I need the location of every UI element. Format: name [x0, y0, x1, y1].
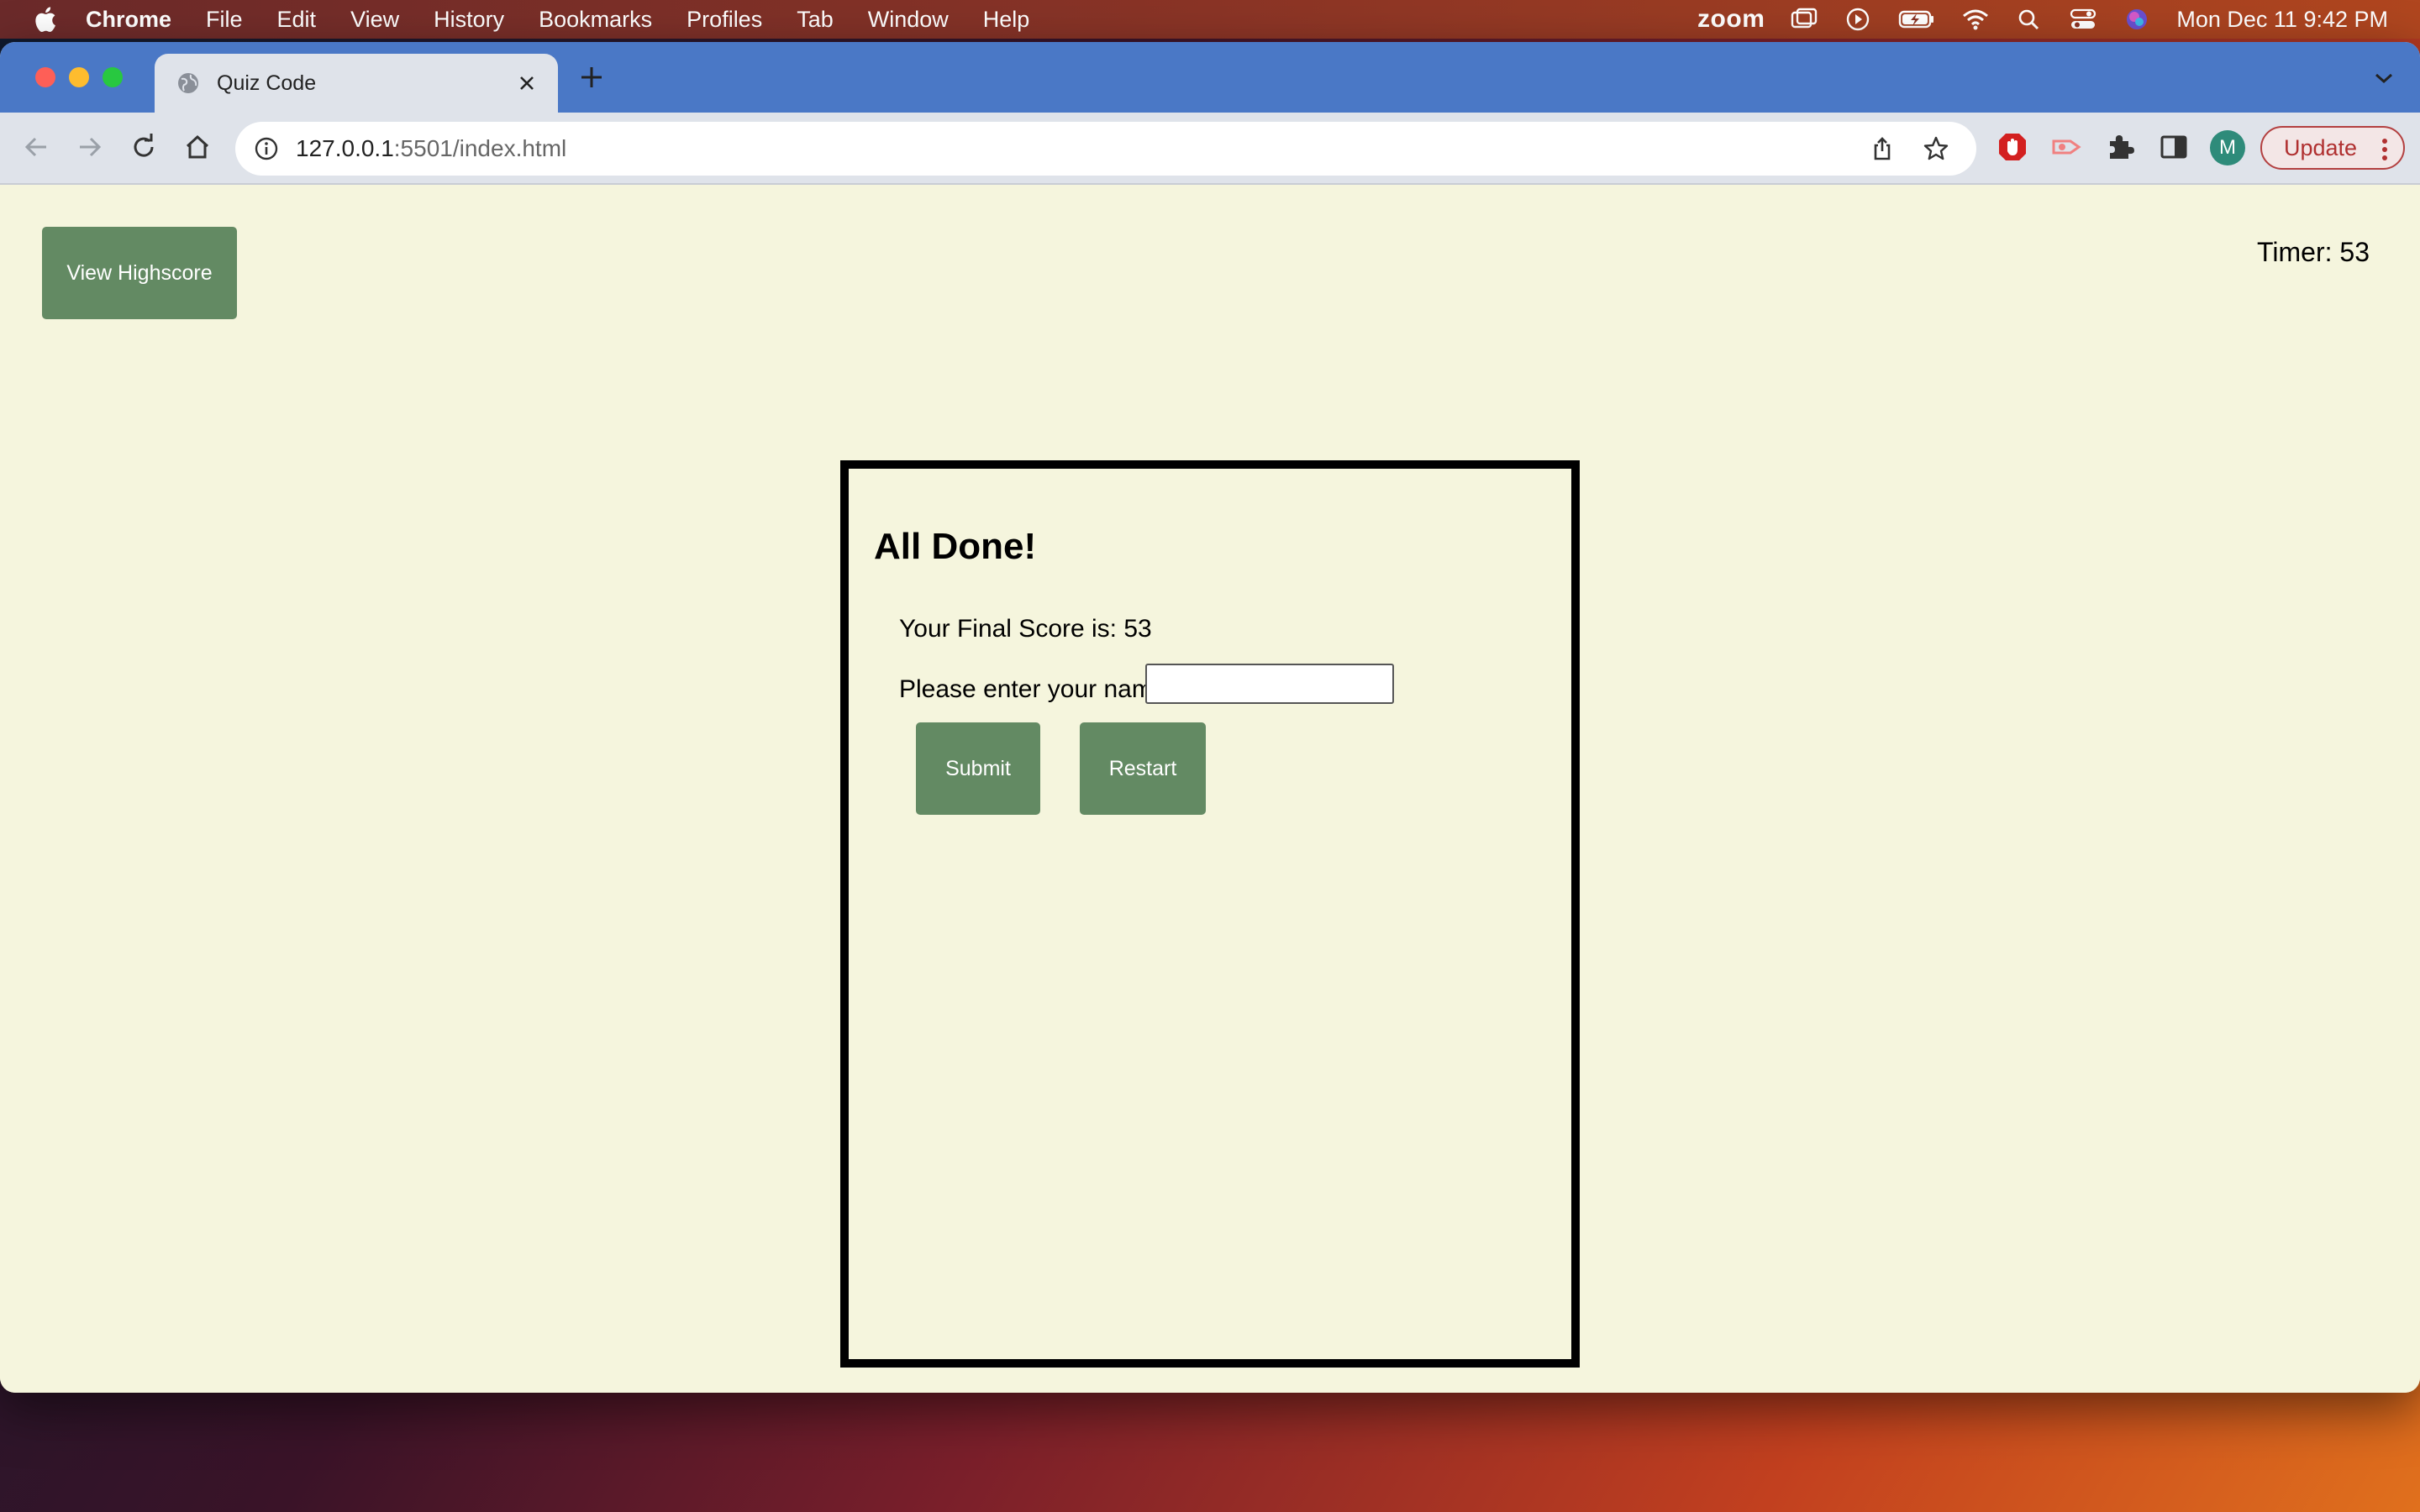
view-highscore-button[interactable]: View Highscore [42, 227, 237, 319]
window-close-button[interactable] [35, 67, 55, 87]
restart-button[interactable]: Restart [1080, 722, 1206, 815]
battery-icon[interactable] [1897, 7, 1936, 32]
video-extension-icon[interactable] [2050, 131, 2082, 163]
home-icon[interactable] [182, 131, 213, 163]
macos-menu-bar: Chrome File Edit View History Bookmarks … [0, 0, 2420, 39]
chevron-down-icon[interactable] [2373, 71, 2395, 86]
control-center-icon[interactable] [2069, 7, 2097, 32]
quiz-panel: All Done! Your Final Score is: 53 Please… [840, 460, 1580, 1368]
kebab-menu-icon[interactable] [2381, 138, 2388, 161]
final-score-text: Your Final Score is: 53 [899, 615, 1152, 643]
share-icon[interactable] [1869, 135, 1896, 162]
tab-quiz-code[interactable]: Quiz Code [155, 54, 558, 113]
address-bar[interactable]: 127.0.0.1:5501/index.html [235, 122, 1976, 176]
name-input[interactable] [1145, 664, 1394, 704]
url-path: :5501/index.html [393, 135, 567, 161]
menu-profiles[interactable]: Profiles [687, 7, 762, 33]
tab-title: Quiz Code [217, 71, 317, 95]
submit-button[interactable]: Submit [916, 722, 1040, 815]
play-icon[interactable] [1844, 7, 1872, 32]
tab-strip: Quiz Code [0, 42, 2420, 113]
forward-arrow-icon[interactable] [74, 131, 106, 163]
close-icon[interactable] [518, 74, 536, 92]
apple-icon[interactable] [32, 5, 57, 34]
update-button[interactable]: Update [2260, 126, 2405, 170]
sidepanel-icon[interactable] [2158, 131, 2190, 163]
reload-icon[interactable] [128, 131, 160, 163]
page-viewport: View Highscore Timer: 53 All Done! Your … [0, 185, 2420, 1393]
zoom-status-item[interactable]: zoom [1697, 5, 1765, 34]
globe-icon [178, 73, 198, 93]
window-minimize-button[interactable] [69, 67, 89, 87]
siri-icon[interactable] [2123, 7, 2151, 32]
info-icon[interactable] [254, 136, 279, 161]
name-label: Please enter your name: [899, 675, 1174, 703]
browser-toolbar: 127.0.0.1:5501/index.html M Update [0, 113, 2420, 185]
screen-share-icon[interactable] [1790, 7, 1818, 32]
menu-help[interactable]: Help [983, 7, 1030, 33]
menu-tab[interactable]: Tab [797, 7, 834, 33]
menu-clock[interactable]: Mon Dec 11 9:42 PM [2176, 7, 2388, 33]
menu-window[interactable]: Window [868, 7, 949, 33]
search-icon[interactable] [2015, 7, 2044, 32]
menu-view[interactable]: View [350, 7, 399, 33]
browser-window: Quiz Code 127.0.0.1:5501/index.html M Up… [0, 42, 2420, 1393]
extension-puzzle-icon[interactable] [2104, 131, 2136, 163]
plus-icon[interactable] [576, 62, 607, 92]
menu-edit[interactable]: Edit [277, 7, 317, 33]
menu-file[interactable]: File [206, 7, 243, 33]
back-arrow-icon[interactable] [20, 131, 52, 163]
menu-app-chrome[interactable]: Chrome [86, 7, 171, 33]
star-icon[interactable] [1923, 135, 1949, 162]
wifi-icon[interactable] [1961, 7, 1990, 32]
timer-display: Timer: 53 [2257, 237, 2370, 267]
menu-history[interactable]: History [434, 7, 504, 33]
menu-bookmarks[interactable]: Bookmarks [539, 7, 652, 33]
page-title: All Done! [874, 526, 1037, 567]
url-host: 127.0.0.1 [296, 135, 394, 161]
update-button-label: Update [2284, 134, 2358, 160]
adblock-icon[interactable] [1996, 131, 2028, 163]
address-url: 127.0.0.1:5501/index.html [296, 135, 1869, 162]
window-zoom-button[interactable] [103, 67, 123, 87]
profile-avatar[interactable]: M [2210, 130, 2245, 165]
